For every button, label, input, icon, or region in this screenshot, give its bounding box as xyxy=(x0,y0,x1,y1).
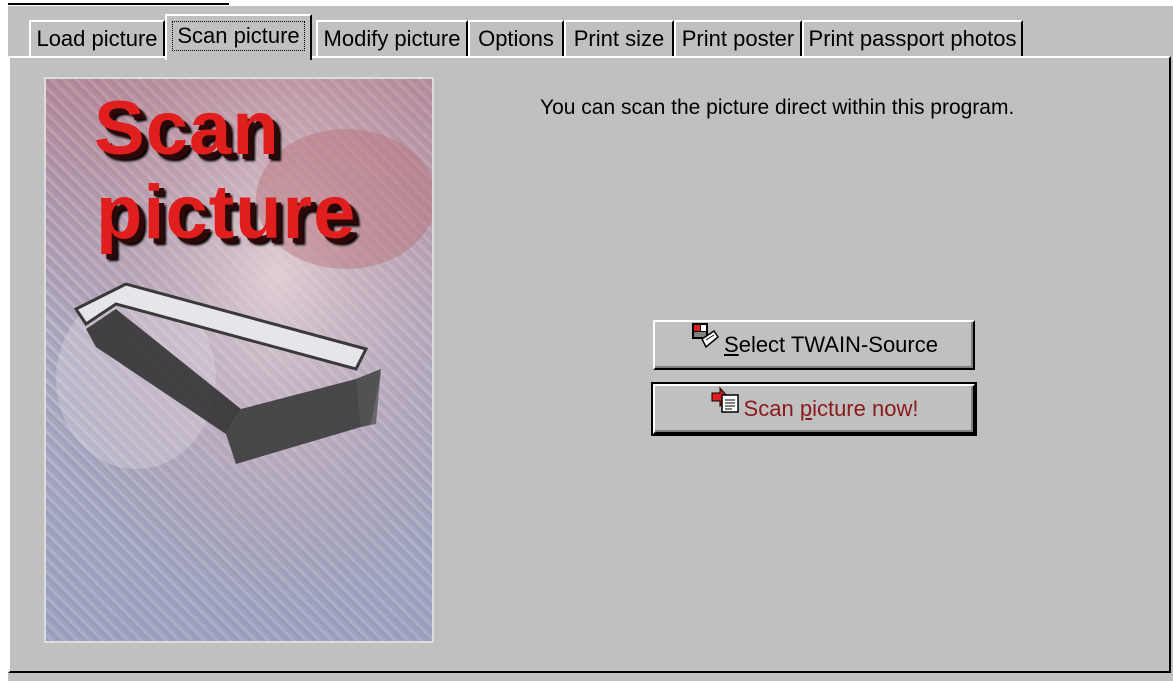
banner-title-line-2: picture xyxy=(96,170,357,255)
tab-options[interactable]: Options xyxy=(468,20,564,58)
select-twain-source-button[interactable]: Select TWAIN-Source xyxy=(653,320,975,370)
select-twain-label: elect TWAIN-Source xyxy=(738,332,938,357)
scan-picture-panel: Scan picture You can scan the picture di… xyxy=(8,56,1171,673)
banner-title-line-1: Scan xyxy=(94,86,280,171)
tab-label: Print size xyxy=(573,26,665,51)
scan-now-label-start: Scan xyxy=(743,396,800,421)
twain-source-icon xyxy=(690,321,720,367)
tab-label: Scan picture xyxy=(172,21,305,51)
tab-modify-picture[interactable]: Modify picture xyxy=(316,20,468,58)
scan-now-label-end: icture now! xyxy=(812,396,919,421)
tab-scan-picture[interactable]: Scan picture xyxy=(165,14,312,60)
tab-label: Load picture xyxy=(36,26,158,51)
select-twain-mnemonic: S xyxy=(724,332,739,357)
scan-now-mnemonic: p xyxy=(799,396,813,421)
tab-print-poster[interactable]: Print poster xyxy=(674,20,802,58)
tab-print-size[interactable]: Print size xyxy=(564,20,674,58)
tab-label: Options xyxy=(478,26,554,51)
scan-now-icon xyxy=(710,385,740,431)
top-separator-line xyxy=(8,0,229,5)
scan-picture-now-button[interactable]: Scan picture now! xyxy=(651,382,977,436)
tab-label: Print passport photos xyxy=(808,26,1017,51)
tab-label: Print poster xyxy=(681,26,795,51)
scan-info-text: You can scan the picture direct within t… xyxy=(540,96,1015,119)
scan-picture-banner-image: Scan picture xyxy=(44,77,434,643)
tab-load-picture[interactable]: Load picture xyxy=(29,20,165,58)
tab-print-passport-photos[interactable]: Print passport photos xyxy=(802,20,1023,58)
tab-label: Modify picture xyxy=(323,26,461,51)
tab-dialog: Load picture Scan picture Modify picture… xyxy=(8,6,1173,681)
